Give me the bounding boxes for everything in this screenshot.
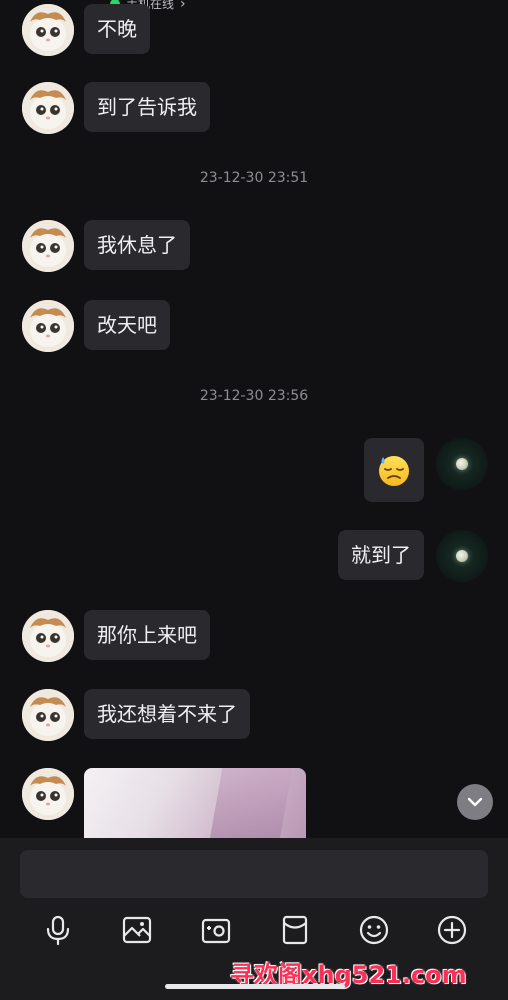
message-bubble[interactable]: 就到了 xyxy=(338,530,424,580)
more-button[interactable] xyxy=(432,910,472,950)
message-left: 我还想着不来了 xyxy=(22,689,250,741)
contact-avatar[interactable] xyxy=(22,768,74,820)
red-packet-button[interactable] xyxy=(275,910,315,950)
my-avatar[interactable] xyxy=(436,438,488,490)
image-content xyxy=(209,768,293,840)
moon-icon xyxy=(456,550,468,562)
contact-avatar[interactable] xyxy=(22,689,74,741)
message-bubble[interactable]: 不晚 xyxy=(84,4,150,54)
message-right xyxy=(364,438,488,502)
message-left: 不晚 xyxy=(22,4,150,56)
message-bubble[interactable]: 改天吧 xyxy=(84,300,170,350)
image-icon xyxy=(122,916,152,944)
contact-avatar[interactable] xyxy=(22,300,74,352)
toolbar xyxy=(0,910,508,950)
my-avatar[interactable] xyxy=(436,530,488,582)
message-bubble[interactable]: 我还想着不来了 xyxy=(84,689,250,739)
emoji-button[interactable] xyxy=(354,910,394,950)
timestamp: 23-12-30 23:51 xyxy=(199,170,309,186)
red-packet-icon xyxy=(282,915,308,945)
plus-icon xyxy=(437,915,467,945)
moon-icon xyxy=(456,458,468,470)
contact-avatar[interactable] xyxy=(22,220,74,272)
contact-avatar[interactable] xyxy=(22,610,74,662)
contact-avatar[interactable] xyxy=(22,82,74,134)
scroll-to-bottom-button[interactable] xyxy=(457,784,493,820)
message-input[interactable] xyxy=(20,850,488,898)
message-left: 我休息了 xyxy=(22,220,190,272)
message-bubble[interactable]: 到了告诉我 xyxy=(84,82,210,132)
message-left xyxy=(22,768,306,840)
camera-icon xyxy=(201,918,231,944)
emoji-icon xyxy=(359,915,389,945)
message-bubble[interactable]: 我休息了 xyxy=(84,220,190,270)
chevron-right-icon: › xyxy=(180,0,186,12)
message-right: 就到了 xyxy=(338,530,488,582)
downcast-face-with-sweat-icon xyxy=(379,456,409,486)
message-left: 那你上来吧 xyxy=(22,610,210,662)
timestamp: 23-12-30 23:56 xyxy=(199,388,309,404)
message-bubble[interactable]: 那你上来吧 xyxy=(84,610,210,660)
image-message[interactable] xyxy=(84,768,306,840)
contact-avatar[interactable] xyxy=(22,4,74,56)
chevron-down-icon xyxy=(467,797,483,807)
microphone-icon xyxy=(46,915,70,946)
message-bubble-emoji[interactable] xyxy=(364,438,424,502)
message-left: 改天吧 xyxy=(22,300,170,352)
home-indicator xyxy=(165,984,345,989)
message-left: 到了告诉我 xyxy=(22,82,210,134)
camera-button[interactable] xyxy=(196,910,236,950)
image-button[interactable] xyxy=(117,910,157,950)
voice-button[interactable] xyxy=(38,910,78,950)
